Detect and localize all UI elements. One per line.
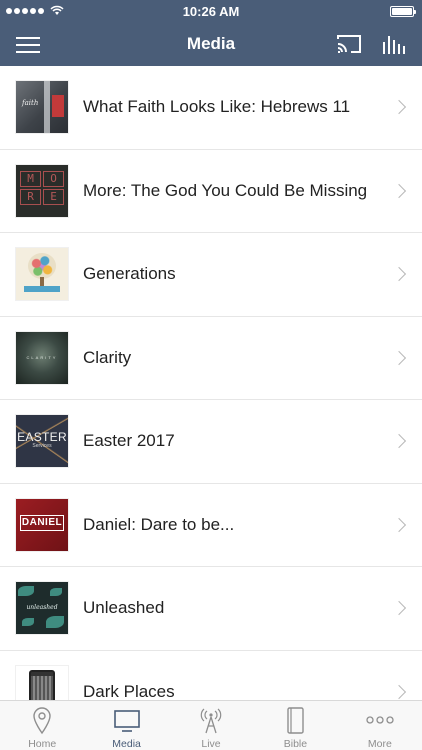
- list-item[interactable]: unleashed Unleashed: [0, 567, 422, 651]
- list-item-title: Daniel: Dare to be...: [83, 514, 235, 534]
- chevron-right-icon: [391, 267, 407, 282]
- broadcast-tower-icon: [200, 708, 222, 734]
- audio-bars-icon: [383, 36, 405, 54]
- list-item-title: Easter 2017: [83, 431, 175, 451]
- list-item-title: Generations: [83, 264, 176, 284]
- more-dots-icon: [366, 716, 394, 724]
- status-bar: 10:26 AM: [0, 0, 422, 24]
- status-time: 10:26 AM: [182, 4, 240, 19]
- tab-home[interactable]: Home: [0, 701, 84, 750]
- tab-label: Media: [112, 738, 141, 750]
- series-thumbnail: CLARITY: [16, 331, 68, 384]
- chevron-right-icon: [391, 350, 407, 365]
- list-item-title: Unleashed: [83, 598, 165, 618]
- battery-icon: [390, 6, 416, 17]
- list-item[interactable]: faith What Faith Looks Like: Hebrews 11: [0, 66, 422, 150]
- location-pin-icon: [33, 707, 51, 735]
- monitor-icon: [113, 710, 140, 732]
- tab-bar: Home Media Live Bible More: [0, 700, 422, 750]
- chevron-right-icon: [391, 100, 407, 115]
- series-thumbnail: [16, 665, 68, 700]
- chevron-right-icon: [391, 601, 407, 616]
- nav-bar: Media: [0, 24, 422, 66]
- tab-label: Live: [201, 738, 221, 750]
- series-thumbnail: DANIEL: [16, 498, 68, 551]
- tab-label: Bible: [283, 738, 308, 750]
- tab-label: Home: [28, 738, 57, 750]
- list-item[interactable]: CLARITY Clarity: [0, 317, 422, 400]
- list-item[interactable]: DANIEL Daniel: Dare to be...: [0, 484, 422, 567]
- chevron-right-icon: [391, 434, 407, 449]
- tab-media[interactable]: Media: [84, 701, 168, 750]
- list-item[interactable]: Generations: [0, 233, 422, 317]
- media-list: faith What Faith Looks Like: Hebrews 11 …: [0, 66, 422, 700]
- chevron-right-icon: [391, 183, 407, 198]
- tab-more[interactable]: More: [338, 701, 422, 750]
- book-icon: [287, 707, 305, 734]
- series-thumbnail: EASTER Services: [16, 415, 68, 468]
- tab-bible[interactable]: Bible: [253, 701, 337, 750]
- list-item-title: More: The God You Could Be Missing: [83, 180, 368, 200]
- cast-button[interactable]: [336, 33, 362, 55]
- list-item-title: What Faith Looks Like: Hebrews 11: [83, 97, 351, 117]
- list-item[interactable]: EASTER Services Easter 2017: [0, 400, 422, 484]
- series-thumbnail: [16, 248, 68, 301]
- tab-live[interactable]: Live: [169, 701, 253, 750]
- list-item-title: Clarity: [83, 347, 132, 367]
- audio-levels-button[interactable]: [382, 32, 408, 56]
- cast-icon: [337, 35, 361, 53]
- chevron-right-icon: [391, 684, 407, 699]
- list-item[interactable]: M O R E More: The God You Could Be Missi…: [0, 150, 422, 233]
- list-item-title: Dark Places: [83, 681, 175, 700]
- chevron-right-icon: [391, 517, 407, 532]
- tab-label: More: [367, 738, 392, 750]
- series-thumbnail: unleashed: [16, 582, 68, 635]
- series-thumbnail: M O R E: [16, 164, 68, 217]
- list-item[interactable]: Dark Places: [0, 651, 422, 700]
- series-thumbnail: faith: [16, 81, 68, 134]
